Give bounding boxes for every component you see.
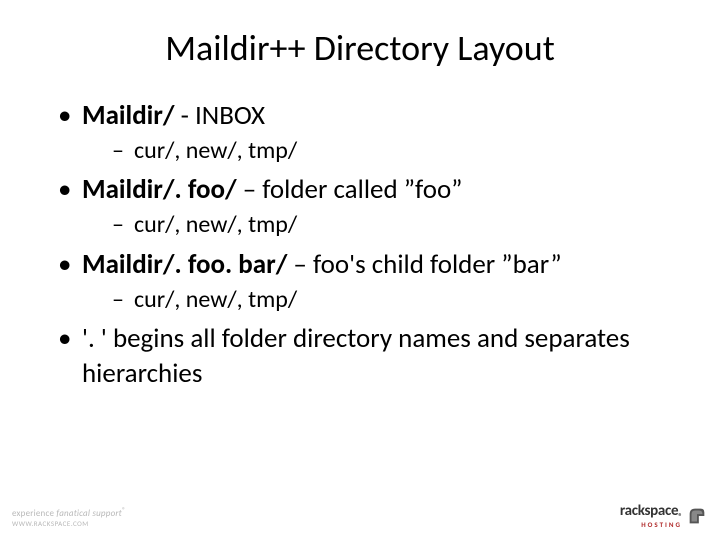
brand: rackspace® HOSTING bbox=[620, 504, 682, 528]
footer-tagline: experience fanatical support® bbox=[12, 506, 126, 520]
footer-url: WWW.RACKSPACE.COM bbox=[12, 520, 126, 528]
list-item-bold: Maildir/ bbox=[82, 99, 175, 132]
list-item-rest: – foo's child folder ”bar” bbox=[287, 248, 561, 281]
slide-title: Maildir++ Directory Layout bbox=[30, 26, 690, 70]
footer-tagline-a: experience bbox=[12, 508, 56, 519]
sub-list: cur/, new/, tmp/ bbox=[82, 135, 690, 166]
footer-tagline-b: fanatical support bbox=[56, 508, 122, 519]
footer: experience fanatical support® WWW.RACKSP… bbox=[0, 504, 720, 528]
footer-left: experience fanatical support® WWW.RACKSP… bbox=[12, 506, 126, 528]
registered-icon: ® bbox=[122, 506, 126, 515]
list-item-rest: '. ' begins all folder directory names a… bbox=[82, 322, 630, 390]
brand-name: rackspace® bbox=[620, 504, 682, 521]
sub-list-item: cur/, new/, tmp/ bbox=[112, 284, 690, 315]
list-item-bold: Maildir/. foo/ bbox=[82, 173, 237, 206]
list-item: Maildir/. foo/ – folder called ”foo” cur… bbox=[58, 172, 690, 240]
footer-right: rackspace® HOSTING bbox=[620, 504, 708, 528]
list-item: Maildir/. foo. bar/ – foo's child folder… bbox=[58, 247, 690, 315]
bullet-list: Maildir/ - INBOX cur/, new/, tmp/ Maildi… bbox=[30, 98, 690, 391]
brand-sub: HOSTING bbox=[641, 521, 682, 528]
list-item-bold: Maildir/. foo. bar/ bbox=[82, 248, 287, 281]
list-item-rest: – folder called ”foo” bbox=[237, 173, 463, 206]
list-item-rest: - INBOX bbox=[175, 99, 265, 132]
sub-list-item: cur/, new/, tmp/ bbox=[112, 135, 690, 166]
sub-list-item: cur/, new/, tmp/ bbox=[112, 209, 690, 240]
list-item: Maildir/ - INBOX cur/, new/, tmp/ bbox=[58, 98, 690, 166]
sub-list: cur/, new/, tmp/ bbox=[82, 209, 690, 240]
rackspace-logo-icon bbox=[686, 505, 708, 527]
list-item: '. ' begins all folder directory names a… bbox=[58, 321, 690, 391]
sub-list: cur/, new/, tmp/ bbox=[82, 284, 690, 315]
